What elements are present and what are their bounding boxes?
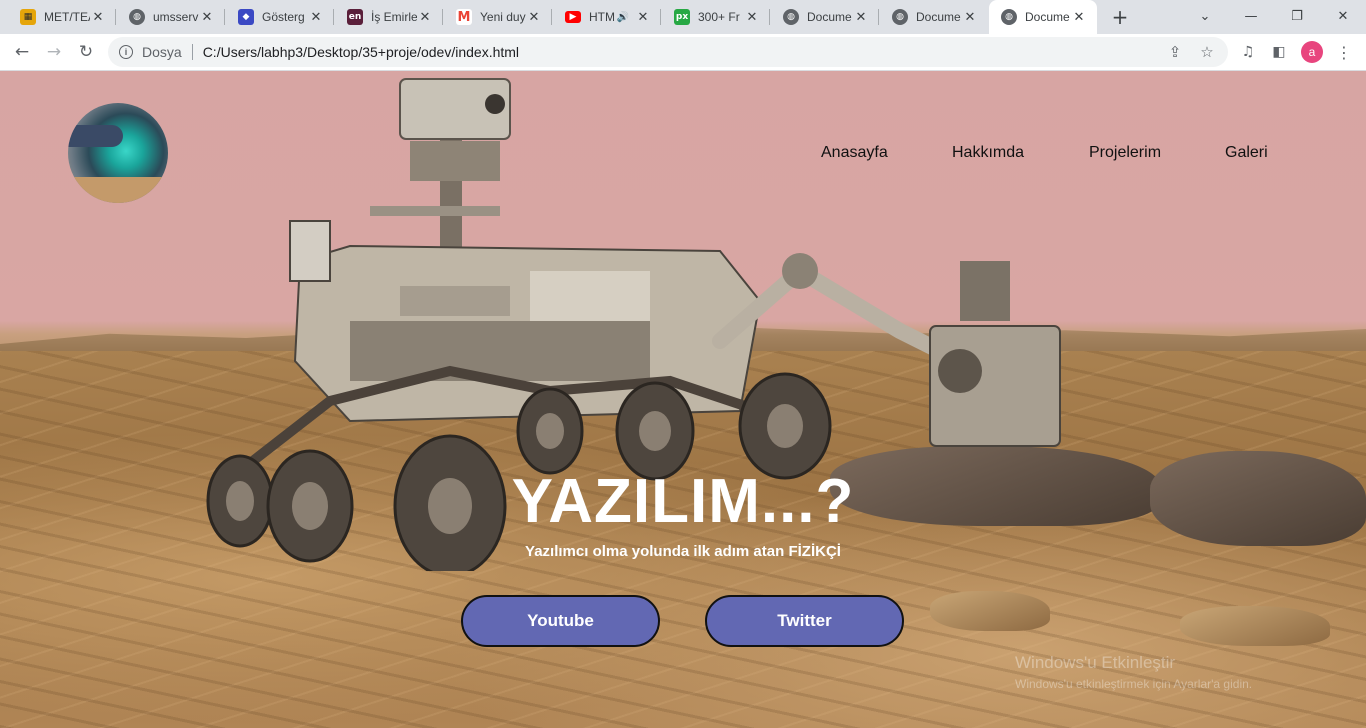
menu-icon[interactable]: ⋮ [1333,41,1355,63]
share-icon[interactable]: ⇪ [1166,43,1184,61]
globe-icon: ◍ [1001,9,1017,25]
scheme-label: Dosya [142,44,182,60]
nav-projelerim[interactable]: Projelerim [1089,144,1161,162]
tab-8[interactable]: ◍ Docume ✕ [771,0,879,34]
close-icon[interactable]: ✕ [308,9,324,25]
media-control-icon[interactable]: ♫ [1237,41,1259,63]
close-icon[interactable]: ✕ [962,9,978,25]
tab-title: Gösterg [262,10,305,24]
nav-galeri[interactable]: Galeri [1225,144,1268,162]
logo-hand [68,125,123,147]
tab-title: 300+ Fr [698,10,740,24]
youtube-icon: ▶ [565,11,581,23]
activation-watermark-title: Windows'u Etkinleştir [1015,653,1176,672]
nav-anasayfa[interactable]: Anasayfa [821,144,888,162]
tab-9[interactable]: ◍ Docume ✕ [880,0,988,34]
star-icon[interactable]: ☆ [1198,43,1216,61]
twitter-button[interactable]: Twitter [705,595,904,647]
close-icon[interactable]: ✕ [635,9,651,25]
globe-icon: ◍ [783,9,799,25]
tab-title: Docume [1025,10,1070,24]
close-icon[interactable]: ✕ [744,9,760,25]
gosterge-icon: ◆ [238,9,254,25]
activation-watermark-text: Windows'u etkinleştirmek için Ayarlar'a … [1015,677,1253,691]
site-logo[interactable] [68,103,168,203]
nav-hakkimda[interactable]: Hakkımda [952,144,1024,162]
tab-10-active[interactable]: ◍ Docume ✕ [989,0,1097,34]
tab-title: HTM [589,10,615,24]
hero-title: YAZILIM...? [511,467,855,536]
tab-2[interactable]: ◍ umsserv ✕ [117,0,225,34]
tab-title: Docume [807,10,852,24]
close-window-button[interactable]: ✕ [1320,0,1366,32]
hero-subtitle: Yazılımcı olma yolunda ilk adım atan FİZ… [525,543,841,560]
px-icon: px [674,9,690,25]
close-icon[interactable]: ✕ [526,9,542,25]
back-button[interactable]: ← [8,38,36,66]
info-icon[interactable]: i [119,45,133,59]
new-tab-button[interactable]: + [1108,5,1132,29]
globe-icon: ◍ [892,9,908,25]
tab-4[interactable]: en İş Emirle ✕ [335,0,443,34]
tab-title: Yeni duy [480,10,526,24]
address-bar[interactable]: i Dosya C:/Users/labhp3/Desktop/35+proje… [108,37,1228,67]
minimize-button[interactable]: — [1228,0,1274,32]
gmail-icon: M [456,9,472,25]
tab-3[interactable]: ◆ Gösterg ✕ [226,0,334,34]
url-text[interactable]: C:/Users/labhp3/Desktop/35+proje/odev/in… [203,44,519,60]
close-icon[interactable]: ✕ [1071,9,1087,25]
tab-5[interactable]: M Yeni duy ✕ [444,0,552,34]
rock [1180,606,1330,646]
profile-avatar[interactable]: a [1301,41,1323,63]
tab-7[interactable]: px 300+ Fr ✕ [662,0,770,34]
tab-title: Docume [916,10,961,24]
browser-toolbar: ← → ↻ i Dosya C:/Users/labhp3/Desktop/35… [0,34,1366,71]
rock [930,591,1050,631]
en-icon: en [347,9,363,25]
side-panel-icon[interactable]: ◧ [1268,41,1290,63]
speaker-icon[interactable]: 🔊 [617,12,629,23]
tab-search-button[interactable]: ⌄ [1182,0,1228,32]
tab-strip: ▦ MET/TEA ✕ ◍ umsserv ✕ ◆ Gösterg ✕ en İ… [0,0,1366,34]
globe-icon: ◍ [129,9,145,25]
reload-button[interactable]: ↻ [72,38,100,66]
tab-title: İş Emirle [371,10,417,24]
tab-title: MET/TEA [44,10,90,24]
close-icon[interactable]: ✕ [90,9,106,25]
close-icon[interactable]: ✕ [853,9,869,25]
close-icon[interactable]: ✕ [417,9,433,25]
tab-6[interactable]: ▶ HTM 🔊 ✕ [553,0,661,34]
page-viewport: Anasayfa Hakkımda Projelerim Galeri YAZI… [0,71,1366,728]
restore-button[interactable]: ❐ [1274,0,1320,32]
youtube-button[interactable]: Youtube [461,595,660,647]
close-icon[interactable]: ✕ [199,9,215,25]
forward-button[interactable]: → [40,38,68,66]
met-icon: ▦ [20,9,36,25]
tab-1[interactable]: ▦ MET/TEA ✕ [8,0,116,34]
tab-title: umsserv [153,10,199,24]
logo-table [68,177,168,203]
